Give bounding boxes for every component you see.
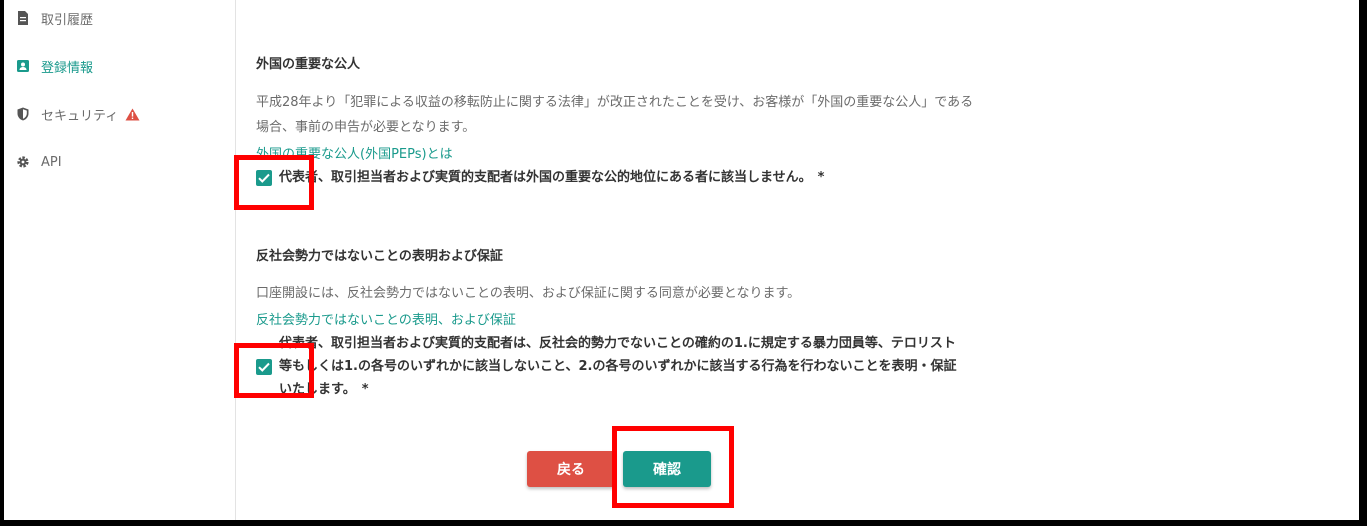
antisocial-description: 口座開設には、反社会勢力ではないことの表明、および保証に関する同意が必要となりま… [256, 286, 801, 301]
pep-description: 平成28年より「犯罪による収益の移転防止に関する法律」が改正されたことを受け、お… [256, 95, 974, 135]
confirm-button[interactable]: 確認 [623, 451, 711, 487]
sidebar: 取引履歴 登録情報 セキュリティ API [4, 0, 236, 520]
back-button[interactable]: 戻る [527, 451, 615, 487]
antisocial-declaration-row: 代表者、取引担当者および実質的支配者は、反社会的勢力でないことの確約の1.に規定… [256, 332, 967, 401]
antisocial-section-title: 反社会勢力ではないことの表明および保証 [256, 249, 503, 264]
main-content: 外国の重要な公人 平成28年より「犯罪による収益の移転防止に関する法律」が改正さ… [256, 0, 1359, 520]
antisocial-declaration-label: 代表者、取引担当者および実質的支配者は、反社会的勢力でないことの確約の1.に規定… [279, 336, 957, 397]
sidebar-item-label: 登録情報 [41, 60, 94, 76]
app-window: 取引履歴 登録情報 セキュリティ API 外国の重要な公人 平成28年より「犯罪… [4, 0, 1359, 520]
shield-icon [16, 107, 30, 121]
required-mark: * [817, 170, 825, 185]
sidebar-item-label: セキュリティ [41, 108, 119, 124]
sidebar-item-transaction-history[interactable]: 取引履歴 [16, 5, 93, 31]
sidebar-item-security[interactable]: セキュリティ [16, 101, 140, 127]
antisocial-declaration-checkbox[interactable] [256, 359, 272, 375]
sidebar-item-registration-info[interactable]: 登録情報 [16, 53, 93, 79]
required-mark: * [361, 382, 369, 397]
sidebar-item-label: 取引履歴 [41, 12, 94, 28]
gear-icon [16, 155, 30, 169]
pep-declaration-label: 代表者、取引担当者および実質的支配者は外国の重要な公的地位にある者に該当しません… [279, 170, 825, 185]
pep-declaration-row: 代表者、取引担当者および実質的支配者は外国の重要な公的地位にある者に該当しません… [256, 167, 824, 189]
document-icon [16, 11, 30, 25]
pep-info-link[interactable]: 外国の重要な公人(外国PEPs)とは [256, 143, 453, 162]
id-badge-icon [16, 59, 30, 73]
sidebar-item-label: API [41, 154, 62, 170]
warning-icon [125, 108, 140, 121]
pep-declaration-checkbox[interactable] [256, 170, 272, 186]
sidebar-item-api[interactable]: API [16, 149, 62, 175]
antisocial-info-link[interactable]: 反社会勢力ではないことの表明、および保証 [256, 309, 516, 328]
checkmark-icon [258, 362, 270, 372]
pep-section-title: 外国の重要な公人 [256, 57, 361, 72]
checkmark-icon [258, 173, 270, 183]
